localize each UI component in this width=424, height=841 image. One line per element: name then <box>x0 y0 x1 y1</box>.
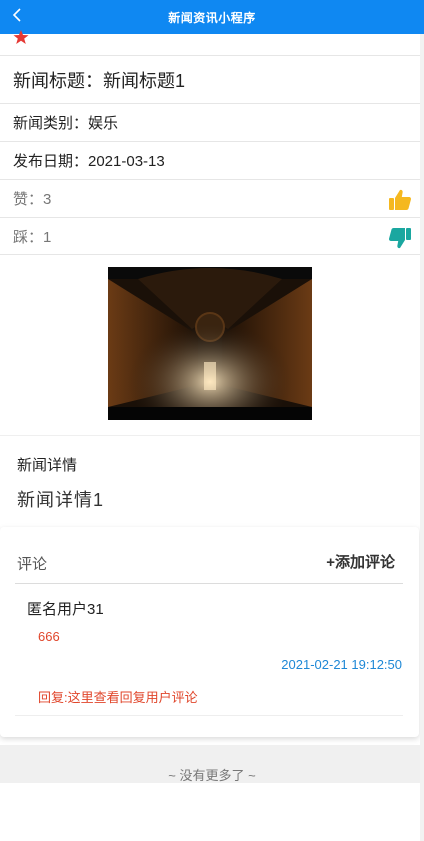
comment-section-title: 评论 <box>17 556 48 573</box>
comment-header: 评论 +添加评论 <box>0 527 419 583</box>
no-more-text: ~ 没有更多了 ~ <box>168 768 256 783</box>
star-icon <box>13 30 29 44</box>
comment-item-divider <box>15 715 403 716</box>
comment-user: 匿名用户31 <box>27 601 104 618</box>
comment-time: 2021-02-21 19:12:50 <box>281 657 402 672</box>
view-replies-link[interactable]: 回复:这里查看回复用户评论 <box>38 687 198 706</box>
thumbs-down-icon[interactable] <box>388 226 412 250</box>
news-date: 发布日期：2021-03-13 <box>0 141 424 179</box>
like-count: 赞：3 <box>13 191 52 208</box>
like-row: 赞：3 <box>0 179 424 217</box>
add-comment-button[interactable]: +添加评论 <box>326 551 395 572</box>
favorite-button[interactable] <box>13 30 29 44</box>
back-button[interactable] <box>6 4 28 26</box>
dislike-row: 踩：1 <box>0 217 424 255</box>
detail-label: 新闻详情 <box>17 457 78 474</box>
navbar: 新闻资讯小程序 <box>0 0 424 34</box>
dislike-count: 踩：1 <box>13 228 52 246</box>
chevron-left-icon <box>12 8 21 22</box>
comment-text: 666 <box>38 629 60 644</box>
news-image <box>108 267 312 420</box>
comment-divider <box>15 583 403 584</box>
comment-section: 评论 +添加评论 匿名用户31 666 2021-02-21 19:12:50 … <box>0 527 419 737</box>
page-title: 新闻资讯小程序 <box>168 10 256 25</box>
library-photo <box>108 267 312 420</box>
news-category: 新闻类别：娱乐 <box>0 103 424 141</box>
thumbs-up-icon[interactable] <box>388 188 412 212</box>
scroll-edge <box>420 34 424 841</box>
divider <box>0 435 424 436</box>
news-title: 新闻标题：新闻标题1 <box>0 55 424 103</box>
detail-content: 新闻详情1 <box>17 490 105 510</box>
